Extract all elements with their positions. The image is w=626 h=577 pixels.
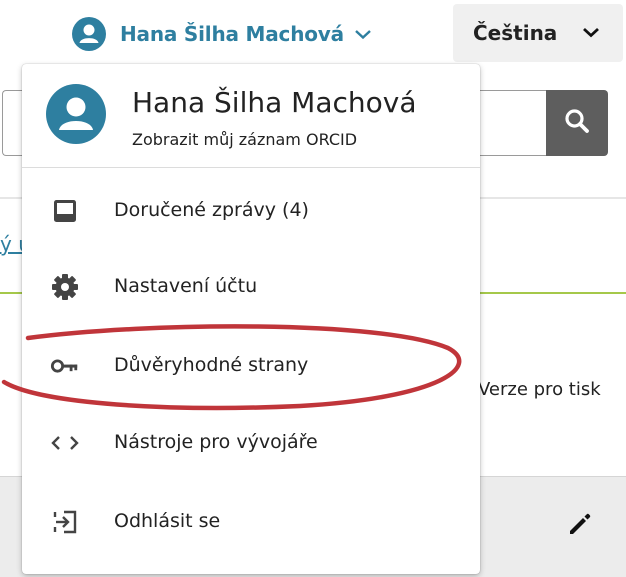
menu-item-label: Odhlásit se	[114, 510, 221, 532]
language-label: Čeština	[473, 21, 558, 45]
page: Hana Šilha Machová Čeština ý ú Verze pro…	[0, 0, 626, 577]
gear-icon	[50, 272, 80, 302]
menu-item-label: Doručené zprávy (4)	[114, 199, 309, 221]
menu-item-account-settings[interactable]: Nastavení účtu	[22, 257, 480, 317]
print-version-link[interactable]: Verze pro tisk	[478, 379, 601, 400]
edit-button[interactable]	[562, 508, 598, 544]
menu-item-inbox[interactable]: Doručené zprávy (4)	[22, 181, 480, 241]
user-name: Hana Šilha Machová	[120, 22, 344, 46]
code-icon	[50, 428, 80, 458]
chevron-down-icon	[581, 24, 601, 43]
menu-item-developer-tools[interactable]: Nástroje pro vývojáře	[22, 413, 480, 473]
inbox-icon	[50, 196, 80, 226]
user-avatar-icon	[72, 17, 106, 51]
key-icon	[50, 351, 80, 381]
user-dropdown-menu: Hana Šilha Machová Zobrazit můj záznam O…	[22, 64, 480, 574]
view-orcid-record-link: Zobrazit můj záznam ORCID	[132, 130, 358, 149]
menu-item-label: Důvěryhodné strany	[114, 354, 309, 376]
menu-item-trusted-parties[interactable]: Důvěryhodné strany	[22, 336, 480, 396]
search-icon	[562, 106, 592, 140]
dropdown-user-name: Hana Šilha Machová	[132, 86, 417, 119]
user-menu-trigger[interactable]: Hana Šilha Machová	[72, 14, 372, 54]
user-avatar-icon	[46, 84, 106, 144]
pencil-icon	[567, 511, 593, 541]
chevron-down-icon	[354, 28, 372, 40]
menu-item-label: Nastavení účtu	[114, 275, 258, 297]
search-button[interactable]	[546, 90, 608, 156]
menu-item-sign-out[interactable]: Odhlásit se	[22, 492, 480, 552]
menu-item-label: Nástroje pro vývojáře	[114, 431, 318, 453]
language-selector[interactable]: Čeština	[453, 4, 623, 62]
logout-icon	[50, 507, 80, 537]
profile-link[interactable]: Hana Šilha Machová Zobrazit můj záznam O…	[22, 64, 480, 168]
